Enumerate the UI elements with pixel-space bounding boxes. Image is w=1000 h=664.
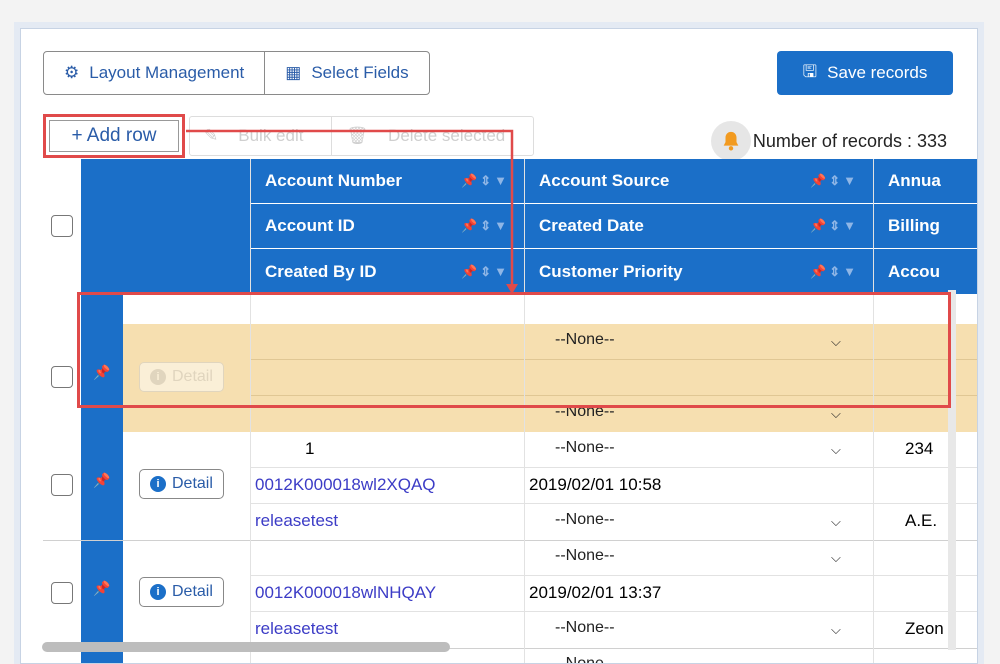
connector-arrow [186,129,518,294]
